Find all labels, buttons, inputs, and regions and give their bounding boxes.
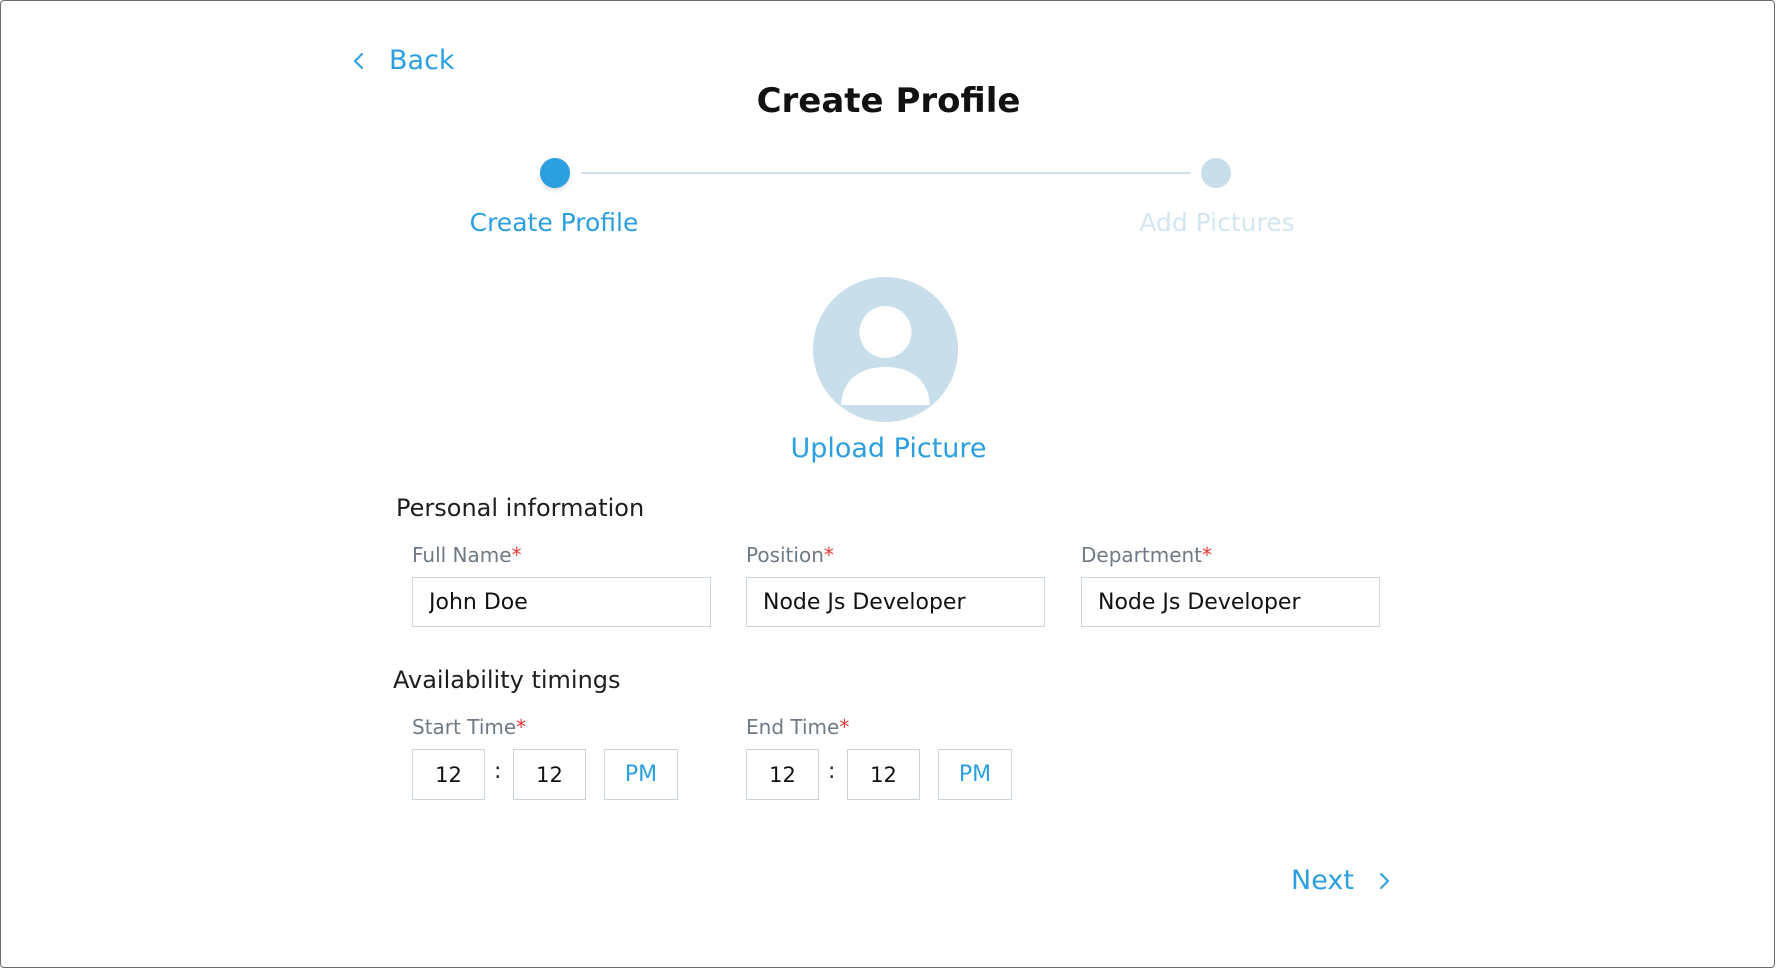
required-mark: * <box>1202 543 1213 567</box>
full-name-label-text: Full Name <box>412 543 512 567</box>
start-ampm-toggle[interactable]: PM <box>604 749 678 800</box>
end-hour-input[interactable] <box>746 749 819 800</box>
section-title-personal: Personal information <box>396 494 645 522</box>
upload-picture-row: Upload Picture <box>1 433 1776 464</box>
full-name-label: Full Name* <box>412 543 522 567</box>
department-label: Department* <box>1081 543 1212 567</box>
chevron-right-icon <box>1379 872 1389 889</box>
time-separator: : <box>828 759 836 784</box>
end-time-label: End Time* <box>746 715 849 739</box>
start-hour-input[interactable] <box>412 749 485 800</box>
chevron-left-icon <box>354 52 363 69</box>
step-label-add-pictures[interactable]: Add Pictures <box>1067 208 1367 237</box>
step-dot-add-pictures[interactable] <box>1201 158 1231 188</box>
time-separator: : <box>494 759 502 784</box>
end-ampm-toggle[interactable]: PM <box>938 749 1012 800</box>
start-time-label-text: Start Time <box>412 715 517 739</box>
required-mark: * <box>839 715 850 739</box>
position-label: Position* <box>746 543 834 567</box>
start-minute-input[interactable] <box>513 749 586 800</box>
page-title: Create Profile <box>756 81 1021 121</box>
start-time-label: Start Time* <box>412 715 526 739</box>
department-input[interactable] <box>1081 577 1380 627</box>
back-label: Back <box>389 45 455 76</box>
back-button[interactable]: Back <box>351 45 455 76</box>
end-minute-input[interactable] <box>847 749 920 800</box>
next-label: Next <box>1291 865 1354 896</box>
required-mark: * <box>511 543 522 567</box>
position-input[interactable] <box>746 577 1045 627</box>
section-title-availability: Availability timings <box>393 666 621 694</box>
stepper-line <box>581 172 1191 174</box>
step-dot-create-profile[interactable] <box>540 158 570 188</box>
user-avatar-icon <box>813 277 958 422</box>
upload-picture-link[interactable]: Upload Picture <box>790 433 986 464</box>
position-label-text: Position <box>746 543 824 567</box>
required-mark: * <box>823 543 834 567</box>
step-label-create-profile[interactable]: Create Profile <box>404 208 704 237</box>
end-time-label-text: End Time <box>746 715 840 739</box>
full-name-input[interactable] <box>412 577 711 627</box>
next-button[interactable]: Next <box>1291 865 1392 896</box>
profile-avatar[interactable] <box>813 277 958 422</box>
required-mark: * <box>516 715 527 739</box>
app-window: Back Create Profile Create Profile Add P… <box>0 0 1775 968</box>
department-label-text: Department <box>1081 543 1203 567</box>
